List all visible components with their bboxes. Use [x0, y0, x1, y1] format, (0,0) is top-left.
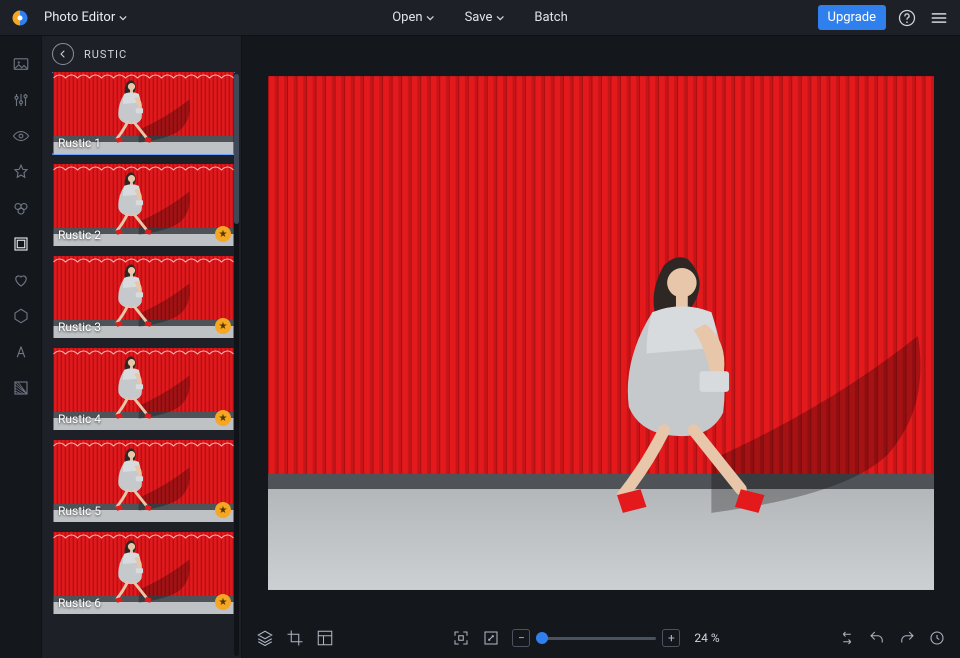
premium-badge-icon: ★ — [215, 594, 231, 610]
back-button[interactable] — [52, 43, 74, 65]
color-tool-icon[interactable] — [11, 198, 31, 218]
filter-category-title: RUSTIC — [84, 48, 127, 61]
zoom-in-button[interactable]: + — [662, 629, 680, 647]
texture-tool-icon[interactable] — [11, 378, 31, 398]
save-label: Save — [465, 10, 493, 25]
filter-thumb[interactable]: Rustic 1 — [52, 72, 235, 154]
filter-scrollbar[interactable] — [234, 74, 239, 656]
frame-tool-icon[interactable] — [11, 234, 31, 254]
star-tool-icon[interactable] — [11, 162, 31, 182]
redo-button[interactable] — [898, 629, 916, 647]
fit-screen-button[interactable] — [452, 629, 470, 647]
filter-thumb[interactable]: Rustic 4 ★ — [52, 348, 235, 430]
open-button[interactable]: Open — [386, 6, 440, 29]
zoom-out-button[interactable]: − — [512, 629, 530, 647]
adjust-tool-icon[interactable] — [11, 90, 31, 110]
filter-thumb-label: Rustic 3 — [58, 320, 101, 334]
premium-badge-icon: ★ — [215, 226, 231, 242]
undo-button[interactable] — [868, 629, 886, 647]
batch-label: Batch — [534, 10, 567, 25]
redo-icon — [898, 629, 916, 647]
layout-button[interactable] — [316, 629, 334, 647]
chevron-down-icon — [496, 14, 504, 22]
upgrade-label: Upgrade — [828, 10, 876, 25]
image-tool-icon[interactable] — [11, 54, 31, 74]
history-button[interactable] — [928, 629, 946, 647]
layers-icon — [256, 629, 274, 647]
arrow-left-icon — [57, 48, 69, 60]
filter-thumb[interactable]: Rustic 5 ★ — [52, 440, 235, 522]
premium-badge-icon: ★ — [215, 318, 231, 334]
history-icon — [928, 629, 946, 647]
filter-thumb-label: Rustic 6 — [58, 596, 101, 610]
zoom-percent-label: 24 % — [694, 631, 719, 645]
minus-icon: − — [518, 631, 525, 645]
heart-tool-icon[interactable] — [11, 270, 31, 290]
crop-button[interactable] — [286, 629, 304, 647]
layers-button[interactable] — [256, 629, 274, 647]
text-tool-icon[interactable] — [11, 342, 31, 362]
layout-icon — [316, 629, 334, 647]
save-button[interactable]: Save — [459, 6, 511, 29]
filter-thumb[interactable]: Rustic 2 ★ — [52, 164, 235, 246]
shape-tool-icon[interactable] — [11, 306, 31, 326]
main-menu-button[interactable] — [928, 7, 950, 29]
filter-thumb[interactable]: Rustic 6 ★ — [52, 532, 235, 614]
tool-rail — [0, 36, 42, 658]
compare-icon — [838, 629, 856, 647]
hamburger-icon — [929, 8, 949, 28]
premium-badge-icon: ★ — [215, 410, 231, 426]
mode-switcher[interactable]: Photo Editor — [38, 6, 133, 29]
actual-size-button[interactable] — [482, 629, 500, 647]
app-logo-icon — [10, 8, 30, 28]
chevron-down-icon — [119, 14, 127, 22]
filter-scrollbar-thumb[interactable] — [234, 74, 239, 224]
expand-icon — [482, 629, 500, 647]
filter-thumb-label: Rustic 5 — [58, 504, 101, 518]
open-label: Open — [392, 10, 422, 25]
undo-icon — [868, 629, 886, 647]
fit-screen-icon — [452, 629, 470, 647]
batch-button[interactable]: Batch — [528, 6, 573, 29]
plus-icon: + — [668, 631, 675, 645]
filter-thumb-label: Rustic 4 — [58, 412, 101, 426]
mode-switcher-label: Photo Editor — [44, 10, 115, 25]
help-icon — [897, 8, 917, 28]
canvas[interactable] — [242, 36, 960, 618]
help-button[interactable] — [896, 7, 918, 29]
premium-badge-icon: ★ — [215, 502, 231, 518]
filter-thumb[interactable]: Rustic 3 ★ — [52, 256, 235, 338]
zoom-slider-knob[interactable] — [536, 632, 548, 644]
crop-icon — [286, 629, 304, 647]
chevron-down-icon — [427, 14, 435, 22]
compare-button[interactable] — [838, 629, 856, 647]
filter-thumb-label: Rustic 1 — [58, 136, 101, 150]
upgrade-button[interactable]: Upgrade — [818, 5, 886, 30]
filter-thumb-label: Rustic 2 — [58, 228, 101, 242]
zoom-slider-track[interactable] — [536, 637, 656, 640]
eye-tool-icon[interactable] — [11, 126, 31, 146]
